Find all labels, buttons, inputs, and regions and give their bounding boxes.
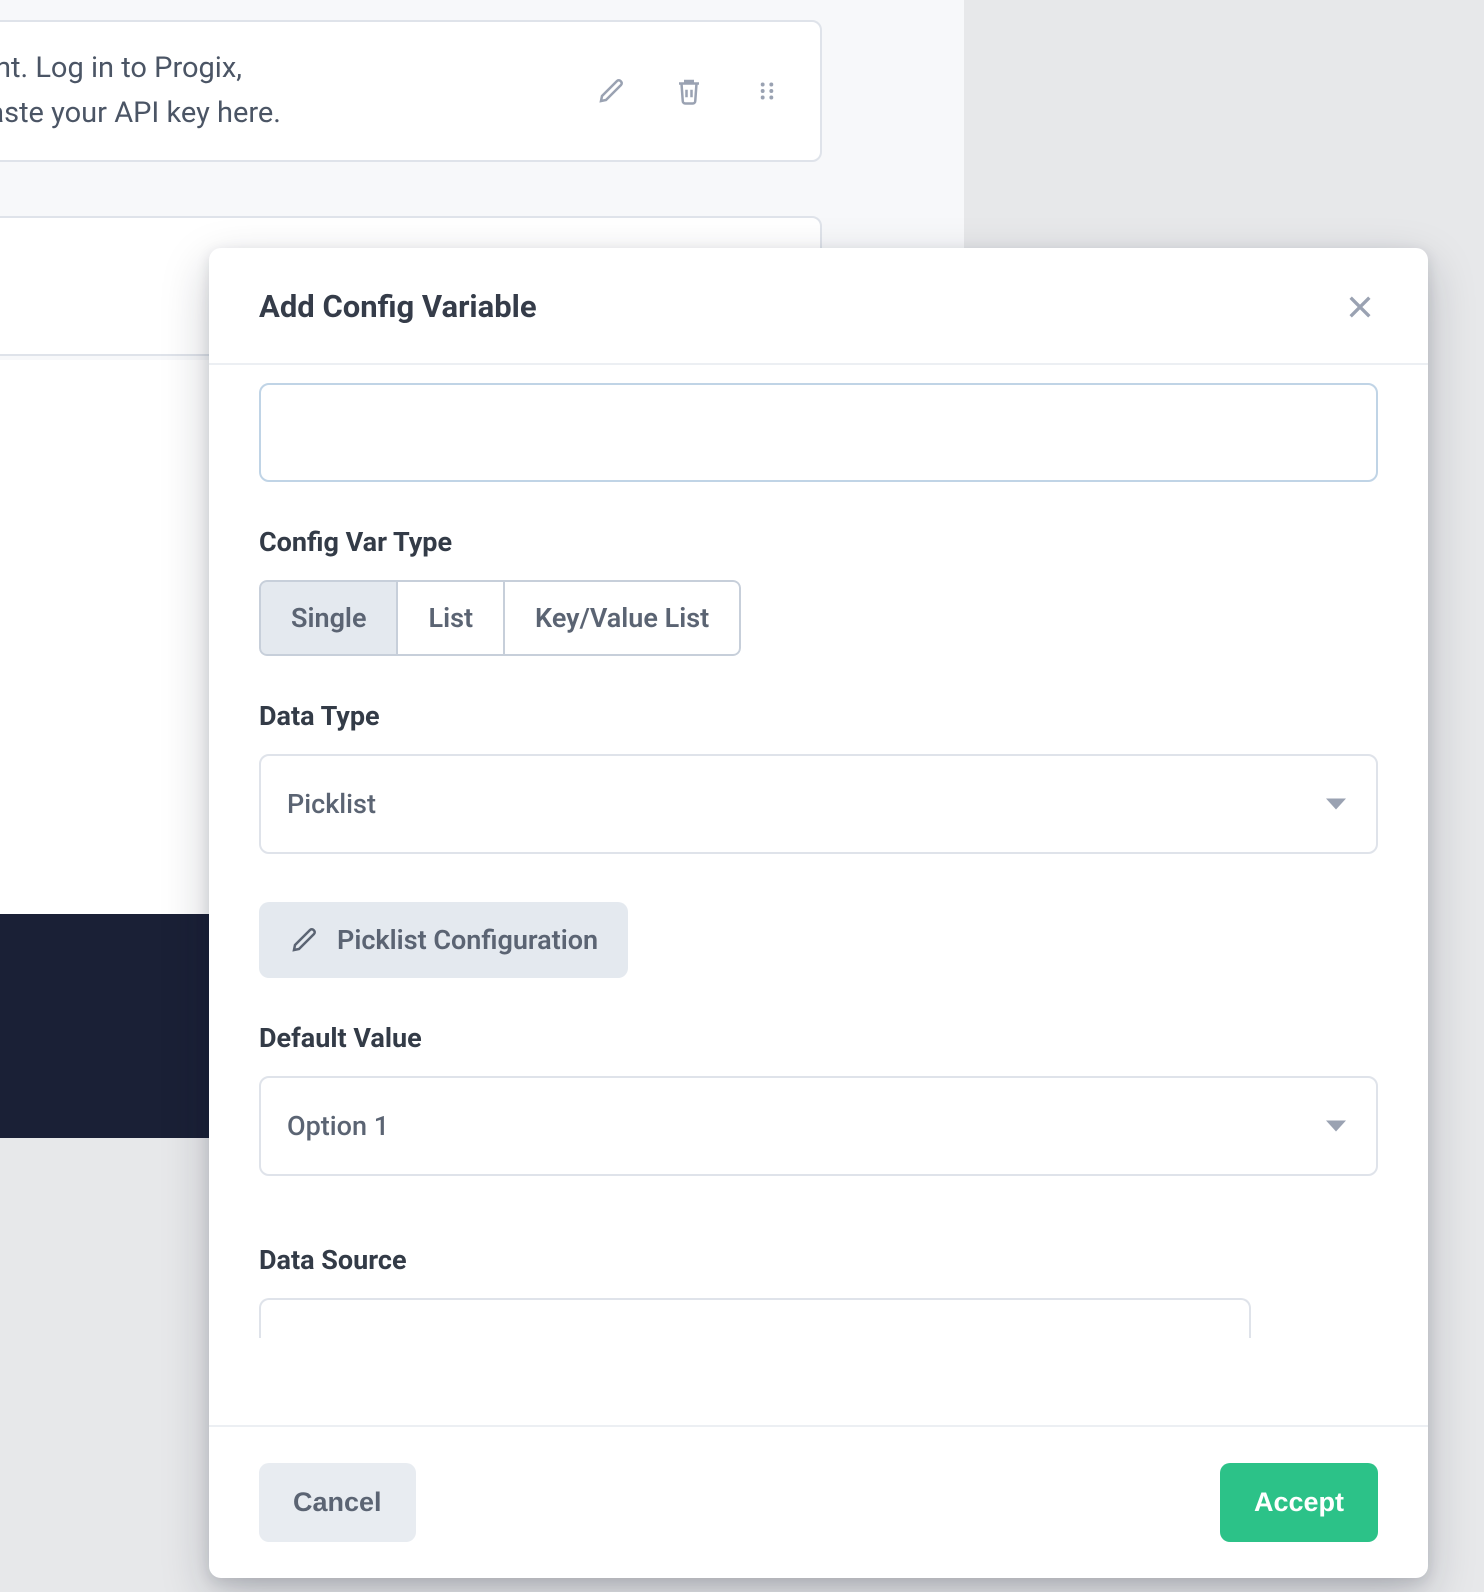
config-var-type-label: Config Var Type [259, 526, 1378, 558]
config-var-type-group: Config Var Type Single List Key/Value Li… [259, 526, 1378, 656]
default-value-select[interactable]: Option 1 [259, 1076, 1378, 1176]
data-type-value: Picklist [287, 788, 376, 820]
background-card-actions [594, 74, 792, 108]
chevron-down-icon [1326, 799, 1346, 810]
config-var-type-segmented: Single List Key/Value List [259, 580, 741, 656]
drag-handle-icon[interactable] [750, 74, 784, 108]
picklist-configuration-label: Picklist Configuration [337, 924, 598, 956]
modal-body: Config Var Type Single List Key/Value Li… [209, 365, 1428, 1425]
data-type-group: Data Type Picklist [259, 700, 1378, 854]
edit-icon[interactable] [594, 74, 628, 108]
accept-button[interactable]: Accept [1220, 1463, 1378, 1542]
default-value-value: Option 1 [287, 1110, 389, 1142]
background-card-text: r Progix account. Log in to Progix, ate … [0, 46, 281, 136]
data-type-select[interactable]: Picklist [259, 754, 1378, 854]
config-var-type-single[interactable]: Single [259, 580, 398, 656]
background-info-card: r Progix account. Log in to Progix, ate … [0, 20, 822, 162]
config-var-type-keyvalue[interactable]: Key/Value List [503, 580, 741, 656]
picklist-configuration-button[interactable]: Picklist Configuration [259, 902, 628, 978]
modal-footer: Cancel Accept [209, 1425, 1428, 1578]
cancel-button[interactable]: Cancel [259, 1463, 416, 1542]
close-button[interactable] [1342, 289, 1378, 325]
trash-icon[interactable] [672, 74, 706, 108]
default-value-label: Default Value [259, 1022, 1378, 1054]
add-config-variable-modal: Add Config Variable Config Var Type Sing… [209, 248, 1428, 1578]
modal-title: Add Config Variable [259, 288, 537, 325]
modal-header: Add Config Variable [209, 248, 1428, 365]
close-icon [1344, 291, 1376, 323]
edit-icon [289, 925, 319, 955]
data-source-label: Data Source [259, 1244, 1378, 1276]
name-input[interactable] [259, 383, 1378, 482]
data-type-label: Data Type [259, 700, 1378, 732]
data-source-group: Data Source [259, 1244, 1378, 1338]
chevron-down-icon [1326, 1121, 1346, 1132]
default-value-group: Default Value Option 1 [259, 1022, 1378, 1176]
config-var-type-list[interactable]: List [396, 580, 505, 656]
data-source-select[interactable] [259, 1298, 1251, 1338]
